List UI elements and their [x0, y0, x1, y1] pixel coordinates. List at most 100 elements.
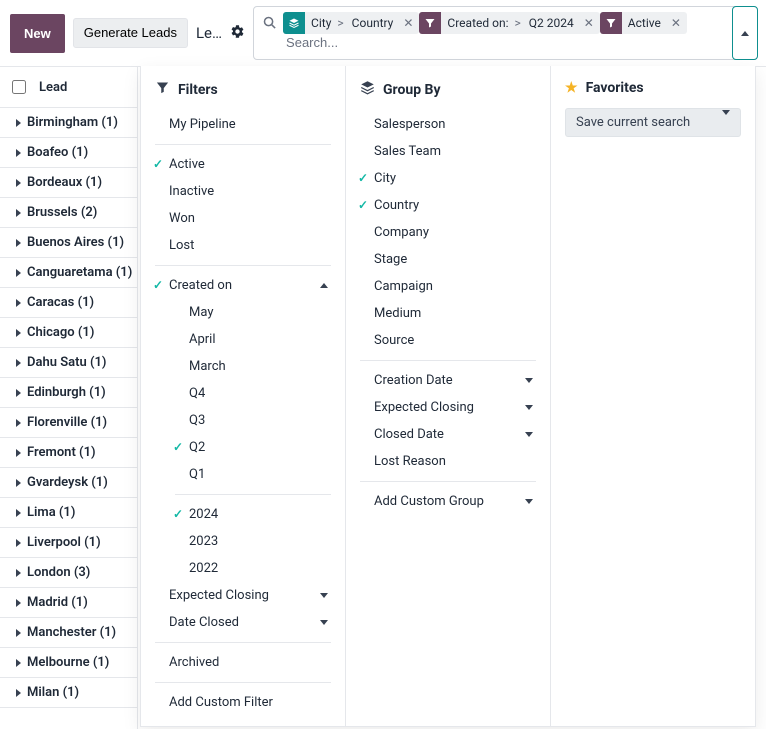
search-chips: City>Country✕Created on:>Q2 2024✕Active✕	[283, 12, 687, 34]
group-label: Chicago (1)	[27, 325, 94, 340]
generate-leads-button[interactable]: Generate Leads	[73, 18, 188, 49]
layers-icon	[360, 80, 375, 99]
group-label: Buenos Aires (1)	[27, 235, 124, 250]
favorites-title: Favorites	[586, 80, 644, 96]
group-label: Florenville (1)	[27, 415, 107, 430]
filter-sub-option[interactable]: Q3	[141, 407, 345, 434]
chip-label: Country	[346, 13, 398, 33]
search-options-toggle[interactable]	[732, 6, 758, 60]
search-icon	[262, 11, 277, 34]
filter-archived[interactable]: Archived	[141, 649, 345, 676]
groupby-option[interactable]: ✓Country	[346, 192, 550, 219]
group-label: Edinburgh (1)	[27, 385, 106, 400]
chevron-down-icon	[320, 620, 328, 625]
list-header-label: Lead	[39, 80, 67, 95]
group-label: Brussels (2)	[27, 205, 97, 220]
filter-sub-option[interactable]: April	[141, 326, 345, 353]
chip-label: City	[305, 13, 335, 33]
caret-right-icon	[16, 119, 21, 127]
list-group-row[interactable]: Canguaretama (1)	[0, 258, 137, 288]
search-input[interactable]	[284, 34, 751, 51]
list-group-row[interactable]: Brussels (2)	[0, 198, 137, 228]
chip-remove-icon[interactable]: ✕	[578, 16, 600, 30]
filter-sub-option[interactable]: Q4	[141, 380, 345, 407]
chip-remove-icon[interactable]: ✕	[397, 16, 419, 30]
list-group-row[interactable]: Chicago (1)	[0, 318, 137, 348]
list-group-row[interactable]: Edinburgh (1)	[0, 378, 137, 408]
groupby-option[interactable]: Stage	[346, 246, 550, 273]
filter-date-closed[interactable]: Date Closed	[141, 609, 345, 636]
filter-sub-option[interactable]: Q1	[141, 461, 345, 488]
list-group-row[interactable]: Caracas (1)	[0, 288, 137, 318]
filter-sub-option[interactable]: ✓Q2	[141, 434, 345, 461]
funnel-icon	[419, 12, 441, 34]
list-group-row[interactable]: Bordeaux (1)	[0, 168, 137, 198]
new-button[interactable]: New	[10, 14, 65, 53]
group-label: Birmingham (1)	[27, 115, 118, 130]
add-custom-group[interactable]: Add Custom Group	[346, 488, 550, 515]
list-group-row[interactable]: Gvardeysk (1)	[0, 468, 137, 498]
save-current-search-button[interactable]: Save current search	[565, 108, 741, 137]
list-group-row[interactable]: Dahu Satu (1)	[0, 348, 137, 378]
groupby-option[interactable]: Company	[346, 219, 550, 246]
toolbar: New Generate Leads Le… City>Country✕Crea…	[0, 0, 766, 66]
filter-created-on[interactable]: ✓ Created on	[141, 272, 345, 299]
filter-option[interactable]: Lost	[141, 232, 345, 259]
groupby-option[interactable]: Creation Date	[346, 367, 550, 394]
chip-remove-icon[interactable]: ✕	[665, 16, 687, 30]
list-group-row[interactable]: London (3)	[0, 558, 137, 588]
groupby-option[interactable]: Sales Team	[346, 138, 550, 165]
group-label: Boafeo (1)	[27, 145, 88, 160]
filter-sub-option[interactable]: March	[141, 353, 345, 380]
list-header: Lead	[0, 67, 137, 108]
caret-right-icon	[16, 479, 21, 487]
filter-sub-option[interactable]: May	[141, 299, 345, 326]
filter-my-pipeline[interactable]: My Pipeline	[141, 111, 345, 138]
filter-sub-option[interactable]: ✓2024	[141, 501, 345, 528]
list-group-row[interactable]: Boafeo (1)	[0, 138, 137, 168]
caret-right-icon	[16, 449, 21, 457]
list-group-row[interactable]: Fremont (1)	[0, 438, 137, 468]
filter-expected-closing[interactable]: Expected Closing	[141, 582, 345, 609]
groupby-option[interactable]: Source	[346, 327, 550, 354]
groupby-option[interactable]: ✓City	[346, 165, 550, 192]
search-bar: City>Country✕Created on:>Q2 2024✕Active✕	[253, 6, 758, 60]
groupby-option[interactable]: Expected Closing	[346, 394, 550, 421]
filters-column: Filters My Pipeline ✓ActiveInactiveWonLo…	[141, 66, 346, 726]
list-group-row[interactable]: Buenos Aires (1)	[0, 228, 137, 258]
list-group-row[interactable]: Manchester (1)	[0, 618, 137, 648]
caret-right-icon	[16, 269, 21, 277]
chip-label: Q2 2024	[523, 13, 578, 33]
caret-right-icon	[16, 539, 21, 547]
caret-right-icon	[16, 569, 21, 577]
filter-sub-option[interactable]: 2023	[141, 528, 345, 555]
list-group-row[interactable]: Milan (1)	[0, 678, 137, 708]
chevron-down-icon	[525, 378, 533, 383]
breadcrumb: Le…	[196, 24, 222, 42]
group-label: Bordeaux (1)	[27, 175, 102, 190]
caret-right-icon	[16, 419, 21, 427]
group-label: Manchester (1)	[27, 625, 116, 640]
filter-option[interactable]: Won	[141, 205, 345, 232]
list-group-row[interactable]: Madrid (1)	[0, 588, 137, 618]
list-group-row[interactable]: Lima (1)	[0, 498, 137, 528]
filter-option[interactable]: Inactive	[141, 178, 345, 205]
group-label: Dahu Satu (1)	[27, 355, 106, 370]
filter-option[interactable]: ✓Active	[141, 151, 345, 178]
layers-icon	[283, 12, 305, 34]
select-all-checkbox[interactable]	[12, 80, 26, 94]
caret-right-icon	[16, 659, 21, 667]
group-label: London (3)	[27, 565, 90, 580]
gear-icon[interactable]	[230, 24, 245, 43]
list-group-row[interactable]: Liverpool (1)	[0, 528, 137, 558]
groupby-option[interactable]: Campaign	[346, 273, 550, 300]
list-group-row[interactable]: Florenville (1)	[0, 408, 137, 438]
list-group-row[interactable]: Melbourne (1)	[0, 648, 137, 678]
groupby-option[interactable]: Medium	[346, 300, 550, 327]
groupby-option[interactable]: Salesperson	[346, 111, 550, 138]
groupby-option[interactable]: Lost Reason	[346, 448, 550, 475]
add-custom-filter[interactable]: Add Custom Filter	[141, 689, 345, 716]
filter-sub-option[interactable]: 2022	[141, 555, 345, 582]
list-group-row[interactable]: Birmingham (1)	[0, 108, 137, 138]
groupby-option[interactable]: Closed Date	[346, 421, 550, 448]
